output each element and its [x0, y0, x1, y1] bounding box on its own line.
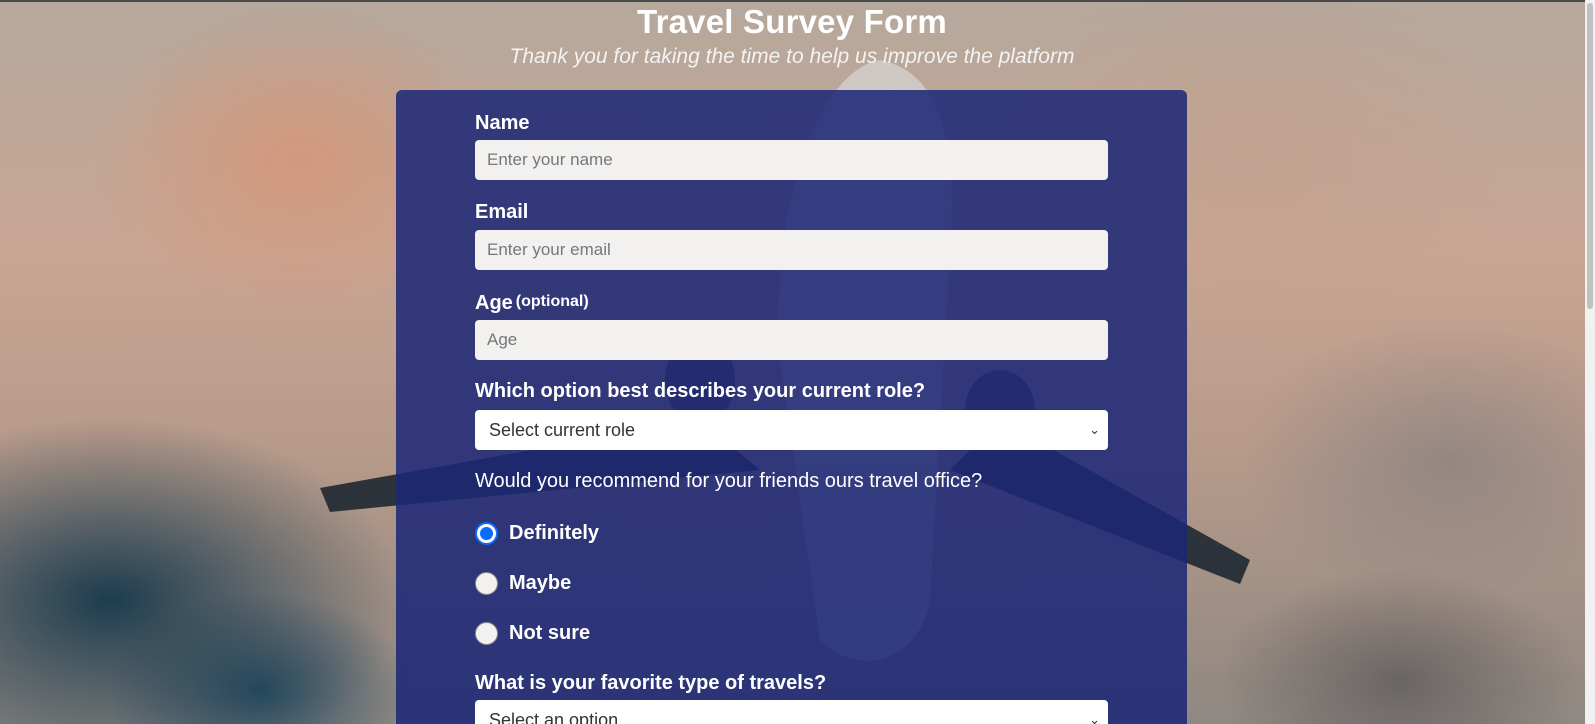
page-background: Travel Survey Form Thank you for taking … — [0, 0, 1595, 724]
role-select[interactable]: Select current role ⌄ — [475, 410, 1108, 450]
age-label-text: Age — [475, 292, 513, 314]
radio-button-definitely[interactable] — [475, 521, 498, 545]
radio-button-not-sure[interactable] — [475, 621, 498, 645]
form-header: Travel Survey Form Thank you for taking … — [395, 2, 1189, 72]
survey-form: Name Email Age(optional) Which option be… — [396, 90, 1187, 724]
radio-option-maybe[interactable]: Maybe — [475, 570, 571, 596]
radio-label-maybe: Maybe — [509, 571, 572, 594]
role-question: Which option best describes your current… — [475, 380, 926, 402]
page-subtitle: Thank you for taking the time to help us… — [509, 45, 1075, 68]
scrollbar-thumb[interactable] — [1587, 3, 1593, 309]
radio-label-definitely: Definitely — [509, 521, 600, 544]
age-label: Age (optional) — [475, 290, 589, 315]
role-select-value: Select current role — [489, 420, 636, 440]
vertical-scrollbar[interactable] — [1585, 0, 1595, 724]
age-optional-note: (optional) — [515, 293, 589, 310]
chevron-down-icon: ⌄ — [1089, 712, 1100, 724]
travel-type-question: What is your favorite type of travels? — [475, 672, 827, 694]
recommend-question: Would you recommend for your friends our… — [475, 470, 983, 492]
age-input[interactable] — [475, 320, 1108, 360]
name-input[interactable] — [475, 140, 1108, 180]
radio-option-definitely[interactable]: Definitely — [475, 520, 599, 546]
page-title: Travel Survey Form — [637, 3, 947, 40]
travel-type-select-value: Select an option — [489, 710, 619, 724]
chevron-down-icon: ⌄ — [1089, 422, 1100, 437]
radio-option-not-sure[interactable]: Not sure — [475, 620, 590, 646]
travel-type-select[interactable]: Select an option ⌄ — [475, 700, 1108, 724]
radio-button-maybe[interactable] — [475, 571, 498, 595]
email-label: Email — [475, 201, 529, 223]
name-label: Name — [475, 112, 530, 134]
radio-label-not-sure: Not sure — [509, 621, 591, 644]
email-input[interactable] — [475, 230, 1108, 270]
